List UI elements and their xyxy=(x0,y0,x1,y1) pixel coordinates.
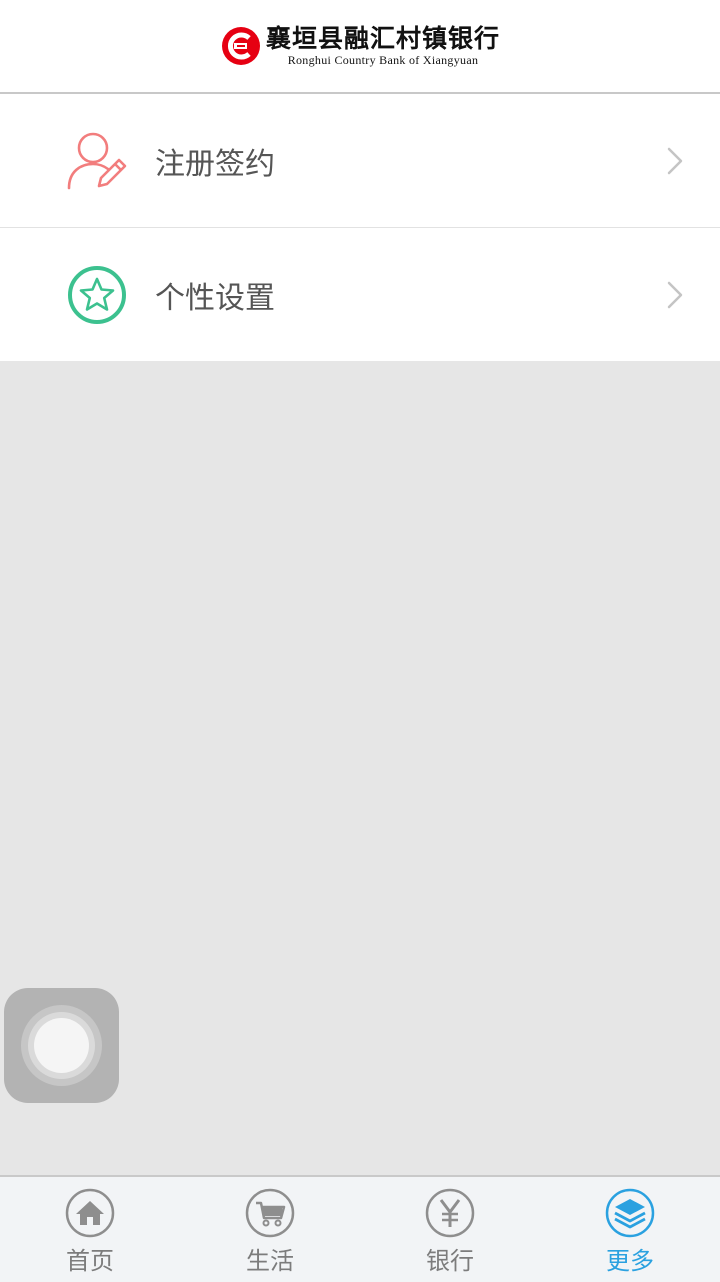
settings-menu: 注册签约 个性设置 xyxy=(0,94,720,361)
menu-item-label: 注册签约 xyxy=(155,146,275,182)
tab-home[interactable]: 首页 xyxy=(0,1177,180,1282)
tab-more[interactable]: 更多 xyxy=(540,1177,720,1282)
menu-item-register-sign[interactable]: 注册签约 xyxy=(0,94,720,227)
tab-bank[interactable]: 银行 xyxy=(360,1177,540,1282)
app-header: 襄垣县融汇村镇银行 Ronghui Country Bank of Xiangy… xyxy=(0,0,720,94)
cart-icon xyxy=(245,1188,295,1238)
assistive-ring-inner xyxy=(34,1018,89,1073)
bank-logo: 襄垣县融汇村镇银行 Ronghui Country Bank of Xiangy… xyxy=(220,25,500,67)
yen-icon xyxy=(425,1188,475,1238)
user-edit-icon xyxy=(67,132,127,189)
chevron-right-icon xyxy=(667,281,683,308)
tab-label: 银行 xyxy=(426,1247,474,1275)
bank-name-cn: 襄垣县融汇村镇银行 xyxy=(265,24,500,53)
menu-item-personal-settings[interactable]: 个性设置 xyxy=(0,227,720,361)
bank-name-en: Ronghui Country Bank of Xiangyuan xyxy=(287,53,479,67)
home-icon xyxy=(65,1188,115,1238)
chevron-right-icon xyxy=(667,147,683,174)
assistive-touch-button[interactable] xyxy=(4,988,119,1103)
bank-logo-icon xyxy=(221,27,260,65)
tab-life[interactable]: 生活 xyxy=(180,1177,360,1282)
star-icon xyxy=(68,265,126,324)
tab-label: 生活 xyxy=(246,1247,294,1275)
layers-icon xyxy=(605,1188,655,1238)
bottom-tab-bar: 首页 生活 银行 更多 xyxy=(0,1175,720,1282)
tab-label: 更多 xyxy=(606,1247,654,1275)
menu-item-label: 个性设置 xyxy=(155,280,275,316)
tab-label: 首页 xyxy=(66,1247,114,1275)
